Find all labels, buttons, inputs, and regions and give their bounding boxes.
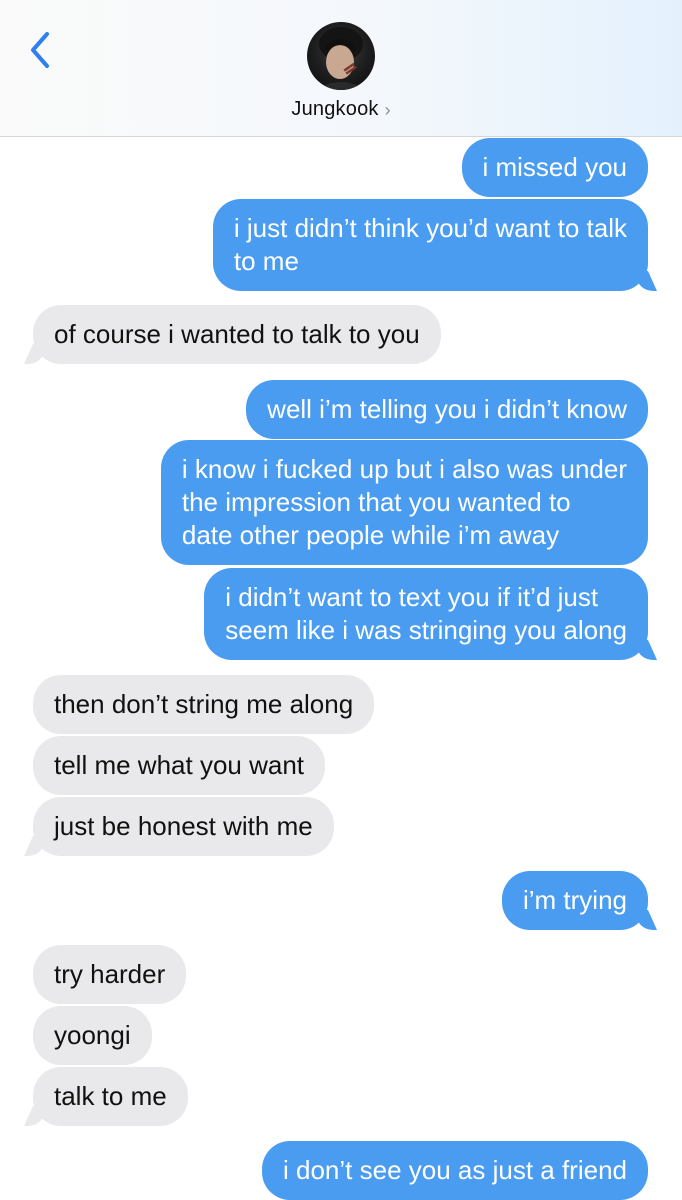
message-text: date other people while i’m away <box>181 520 560 550</box>
message-text: try harder <box>54 959 166 989</box>
back-button[interactable] <box>22 28 58 72</box>
message-bubble-sent[interactable]: i’m trying <box>501 871 648 930</box>
message-text: to me <box>233 246 299 276</box>
message-bubble-sent[interactable]: i didn’t want to text you if it’d just s… <box>204 568 648 660</box>
message-bubble-received[interactable]: talk to me <box>33 1067 188 1126</box>
message-bubble-received[interactable]: tell me what you want <box>33 736 326 795</box>
message-text: i’m trying <box>522 885 627 915</box>
message-text: talk to me <box>54 1081 167 1111</box>
message-text: yoongi <box>54 1020 131 1050</box>
chevron-right-icon: › <box>384 99 391 120</box>
message-text: i know i fucked up but i also was under <box>181 454 627 484</box>
message-text: then don’t string me along <box>54 689 354 719</box>
message-text: tell me what you want <box>54 750 305 780</box>
message-bubble-sent[interactable]: i just didn’t think you’d want to talk t… <box>212 199 648 291</box>
message-text: well i’m telling you i didn’t know <box>267 394 627 424</box>
chevron-left-icon <box>31 32 49 68</box>
message-bubble-received[interactable]: then don’t string me along <box>33 675 375 734</box>
message-bubble-received[interactable]: try harder <box>33 945 187 1004</box>
message-text: just be honest with me <box>54 811 313 841</box>
message-text: i didn’t want to text you if it’d just <box>225 582 599 612</box>
message-bubble-sent[interactable]: i missed you <box>461 138 648 197</box>
contact-photo-icon <box>315 27 367 90</box>
message-text: i just didn’t think you’d want to talk <box>233 213 627 243</box>
message-bubble-sent[interactable]: i know i fucked up but i also was under … <box>160 440 648 565</box>
message-bubble-received[interactable]: of course i wanted to talk to you <box>33 305 441 364</box>
contact-avatar[interactable] <box>307 22 375 90</box>
message-bubble-received[interactable]: just be honest with me <box>33 797 334 856</box>
contact-name: Jungkook <box>291 97 379 120</box>
message-text: of course i wanted to talk to you <box>54 319 420 349</box>
message-text: i don’t see you as just a friend <box>283 1155 627 1185</box>
message-text: the impression that you wanted to <box>181 487 571 517</box>
message-text: seem like i was stringing you along <box>225 615 627 645</box>
contact-name-button[interactable]: Jungkook › <box>0 94 682 124</box>
message-bubble-sent[interactable]: i don’t see you as just a friend <box>262 1141 648 1200</box>
conversation-header: Jungkook › <box>0 0 682 137</box>
message-bubble-received[interactable]: yoongi <box>33 1006 152 1065</box>
message-text: i missed you <box>482 152 628 182</box>
messages-screen: Jungkook › i missed you i just didn’t th… <box>0 0 682 1200</box>
message-bubble-sent[interactable]: well i’m telling you i didn’t know <box>246 380 648 439</box>
